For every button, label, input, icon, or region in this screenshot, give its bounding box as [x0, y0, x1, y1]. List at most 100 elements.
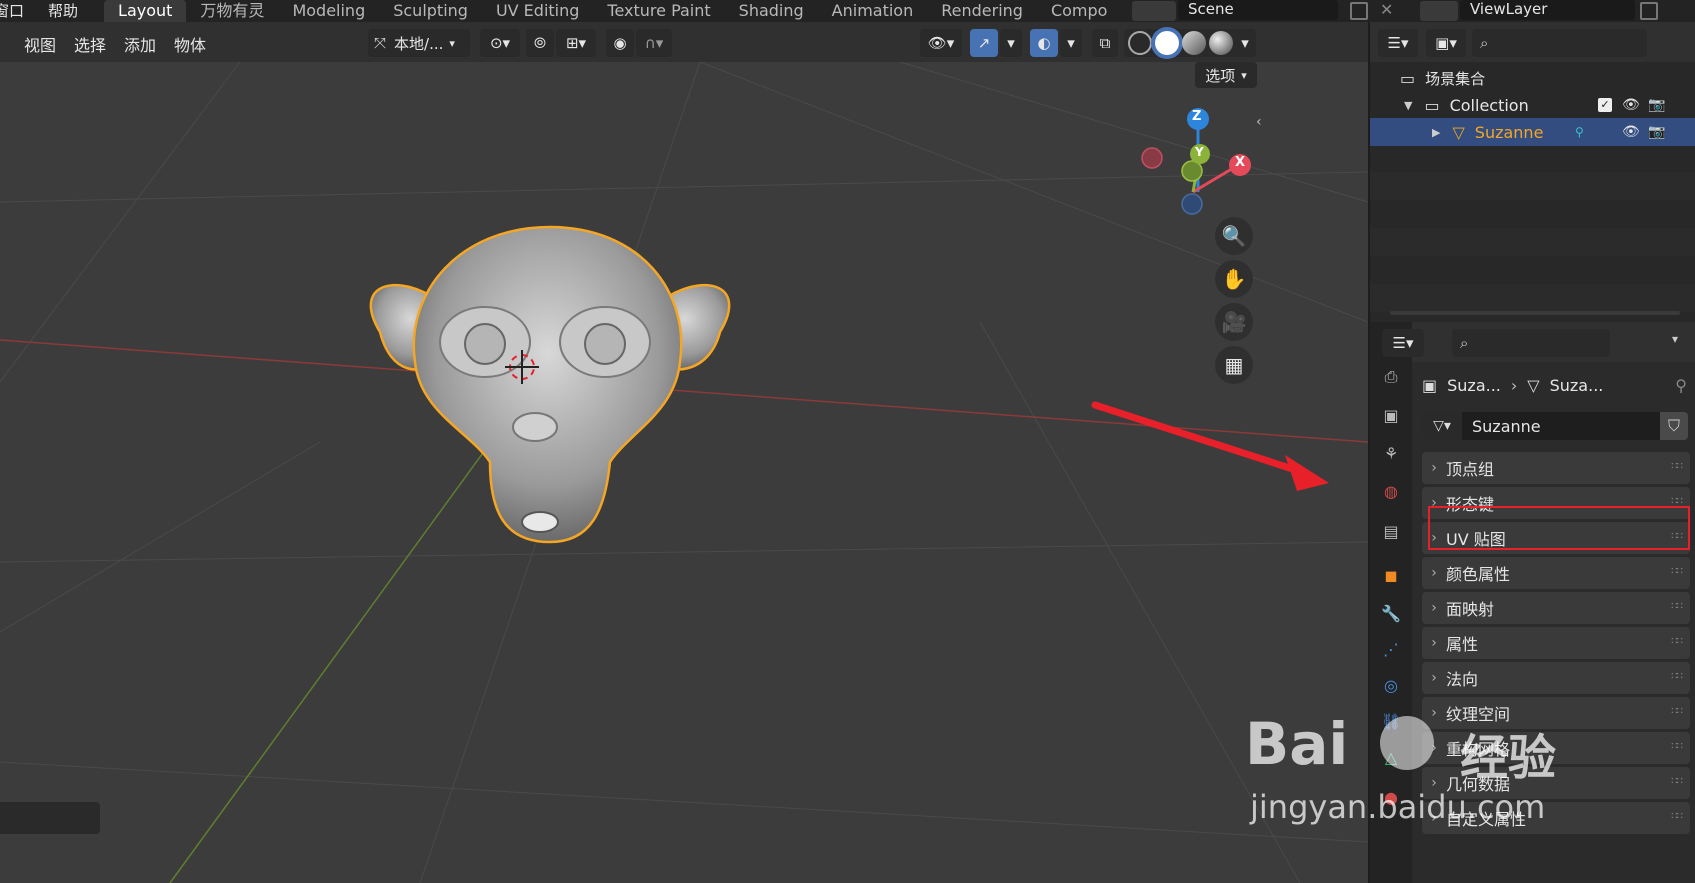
- drag-grip-icon[interactable]: ∷∷: [1671, 601, 1683, 612]
- outliner-row-suzanne[interactable]: ▶ ▽ Suzanne ⚲ 👁 📷: [1370, 118, 1695, 146]
- rendered-shading-button[interactable]: [1209, 31, 1233, 55]
- proportional-falloff-dropdown[interactable]: ∩▾: [636, 29, 672, 57]
- collection-tab-icon[interactable]: ▤: [1378, 518, 1404, 544]
- drag-grip-icon[interactable]: ∷∷: [1671, 636, 1683, 647]
- drag-grip-icon[interactable]: ∷∷: [1671, 741, 1683, 752]
- neg-z-axis-icon: [1181, 193, 1203, 215]
- visibility-dropdown[interactable]: 👁▾: [920, 29, 962, 57]
- menu-object[interactable]: 物体: [174, 32, 206, 56]
- panel-texture-space[interactable]: › 纹理空间 ∷∷: [1422, 697, 1690, 729]
- menu-select[interactable]: 选择: [74, 32, 106, 56]
- shading-dropdown[interactable]: ▾: [1234, 29, 1256, 57]
- drag-grip-icon[interactable]: ∷∷: [1671, 706, 1683, 717]
- drag-grip-icon[interactable]: ∷∷: [1671, 671, 1683, 682]
- material-tab-icon[interactable]: ●: [1378, 784, 1404, 810]
- panel-remesh[interactable]: › 重构网格 ∷∷: [1422, 732, 1690, 764]
- filter-dropdown[interactable]: ▣▾: [1426, 29, 1466, 57]
- panel-geometry-data[interactable]: › 几何数据 ∷∷: [1422, 767, 1690, 799]
- tab-animation[interactable]: Animation: [818, 0, 928, 22]
- particles-tab-icon[interactable]: ⋰: [1378, 636, 1404, 662]
- wireframe-shading-button[interactable]: [1128, 31, 1152, 55]
- drag-grip-icon[interactable]: ∷∷: [1671, 776, 1683, 787]
- pin-icon[interactable]: ⚲: [1675, 376, 1687, 395]
- xray-toggle-button[interactable]: ⧉: [1092, 29, 1118, 57]
- checkbox-icon[interactable]: ✓: [1598, 98, 1612, 112]
- display-mode-dropdown[interactable]: ☰▾: [1378, 29, 1418, 57]
- drag-grip-icon[interactable]: ∷∷: [1671, 811, 1683, 822]
- panel-vertex-groups[interactable]: › 顶点组 ∷∷: [1422, 452, 1690, 484]
- panel-face-maps[interactable]: › 面映射 ∷∷: [1422, 592, 1690, 624]
- scene-new-icon[interactable]: [1350, 2, 1368, 20]
- tab-wanwu[interactable]: 万物有灵: [186, 0, 278, 22]
- chevron-down-icon: ▾: [449, 36, 455, 50]
- panel-normals[interactable]: › 法向 ∷∷: [1422, 662, 1690, 694]
- menu-help[interactable]: 帮助: [36, 0, 90, 22]
- outliner-row-scene-collection[interactable]: ▭ 场景集合: [1370, 64, 1695, 92]
- camera-icon[interactable]: 📷: [1648, 97, 1665, 113]
- view-layer-field[interactable]: ViewLayer: [1460, 0, 1635, 20]
- perspective-grid-icon[interactable]: ▦: [1215, 346, 1253, 384]
- world-tab-icon[interactable]: ◍: [1378, 478, 1404, 504]
- gizmo-toggle-button[interactable]: ↗: [970, 29, 998, 57]
- constraints-tab-icon[interactable]: ⛓: [1378, 708, 1404, 734]
- tab-shading[interactable]: Shading: [725, 0, 818, 22]
- scene-delete-icon[interactable]: ✕: [1380, 0, 1393, 19]
- camera-view-icon[interactable]: 🎥: [1215, 303, 1253, 341]
- snap-toggle-button[interactable]: ⦾: [526, 29, 554, 57]
- panel-attributes[interactable]: › 属性 ∷∷: [1422, 627, 1690, 659]
- physics-tab-icon[interactable]: ◎: [1378, 672, 1404, 698]
- outliner-search-input[interactable]: ⌕: [1472, 29, 1647, 57]
- transform-orientation-dropdown[interactable]: ⤧ 本地/... ▾: [368, 29, 470, 57]
- object-tab-icon[interactable]: ◼: [1378, 562, 1404, 588]
- menu-window[interactable]: 窗口: [0, 0, 36, 22]
- eye-icon[interactable]: 👁: [1622, 124, 1640, 140]
- data-tab-icon[interactable]: △: [1378, 744, 1404, 770]
- view-layer-icon[interactable]: [1420, 1, 1458, 21]
- tab-modeling[interactable]: Modeling: [278, 0, 379, 22]
- camera-icon[interactable]: 📷: [1648, 124, 1665, 140]
- overlay-dropdown[interactable]: ▾: [1060, 29, 1082, 57]
- tab-sculpting[interactable]: Sculpting: [379, 0, 482, 22]
- snap-target-dropdown[interactable]: ⊞▾: [556, 29, 596, 57]
- mesh-name-field[interactable]: Suzanne: [1462, 412, 1660, 440]
- proportional-edit-button[interactable]: ◉: [606, 29, 634, 57]
- drag-grip-icon[interactable]: ∷∷: [1671, 461, 1683, 472]
- view-layer-new-icon[interactable]: [1640, 2, 1658, 20]
- tab-layout[interactable]: Layout: [104, 0, 187, 22]
- properties-search-input[interactable]: ⌕: [1452, 329, 1610, 357]
- zoom-icon[interactable]: 🔍: [1215, 217, 1253, 255]
- tab-uv-editing[interactable]: UV Editing: [482, 0, 593, 22]
- breadcrumb-object[interactable]: Suza...: [1447, 376, 1501, 395]
- menu-view[interactable]: 视图: [24, 32, 56, 56]
- eye-icon[interactable]: 👁: [1622, 97, 1640, 113]
- overlay-toggle-button[interactable]: ◐: [1030, 29, 1058, 57]
- 3d-cursor-icon[interactable]: [505, 350, 539, 384]
- pivot-point-button[interactable]: ⊙▾: [480, 29, 520, 57]
- modifier-tab-icon[interactable]: 🔧: [1378, 600, 1404, 626]
- options-dropdown[interactable]: 选项 ▾: [1195, 62, 1257, 88]
- chevron-down-icon[interactable]: ▾: [1672, 332, 1678, 346]
- suzanne-mesh[interactable]: [340, 212, 760, 572]
- solid-shading-button[interactable]: [1155, 31, 1179, 55]
- menu-add[interactable]: 添加: [124, 32, 156, 56]
- tab-texture-paint[interactable]: Texture Paint: [593, 0, 724, 22]
- pan-hand-icon[interactable]: ✋: [1215, 260, 1253, 298]
- scene-selector-icon[interactable]: [1132, 1, 1176, 21]
- tab-compositing[interactable]: Compo: [1037, 0, 1122, 22]
- panel-color-attributes[interactable]: › 颜色属性 ∷∷: [1422, 557, 1690, 589]
- outliner-scrollbar[interactable]: [1390, 311, 1680, 315]
- scene-field[interactable]: Scene: [1178, 0, 1338, 20]
- editor-type-dropdown[interactable]: ☰▾: [1382, 329, 1424, 357]
- gizmo-dropdown[interactable]: ▾: [1000, 29, 1022, 57]
- drag-grip-icon[interactable]: ∷∷: [1671, 566, 1683, 577]
- render-tab-icon[interactable]: ⎙: [1378, 364, 1404, 390]
- outliner-row-collection[interactable]: ▼ ▭ Collection ✓ 👁 📷: [1370, 91, 1695, 119]
- material-shading-button[interactable]: [1182, 31, 1206, 55]
- tab-rendering[interactable]: Rendering: [927, 0, 1037, 22]
- panel-custom-properties[interactable]: › 自定义属性 ∷∷: [1422, 802, 1690, 834]
- view-layer-tab-icon[interactable]: ▣: [1378, 402, 1404, 428]
- breadcrumb-mesh[interactable]: Suza...: [1550, 376, 1604, 395]
- mesh-browse-dropdown[interactable]: ▽▾: [1422, 412, 1462, 440]
- scene-tab-icon[interactable]: ⚘: [1378, 440, 1404, 466]
- fake-user-shield-icon[interactable]: ⛉: [1660, 412, 1688, 440]
